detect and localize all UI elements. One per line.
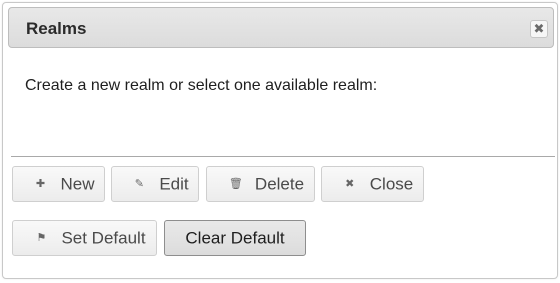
divider [11,156,555,157]
new-button[interactable]: ✚ New [12,166,105,202]
edit-button-label: Edit [159,174,189,194]
new-button-label: New [60,174,95,194]
clear-default-button-label: Clear Default [185,228,285,248]
plus-icon: ✚ [35,177,46,190]
delete-button[interactable]: 🗑 Delete [206,166,315,202]
close-icon: ✖ [345,177,355,190]
close-dialog-icon[interactable]: ✖ [530,20,548,38]
delete-button-label: Delete [254,174,305,194]
edit-button[interactable]: ✎ Edit [111,166,199,202]
set-default-button-label: Set Default [61,228,146,248]
dialog-title: Realms [26,19,87,38]
pencil-icon: ✎ [134,177,144,190]
trash-icon: 🗑 [228,177,243,190]
dialog-titlebar[interactable]: Realms ✖ [8,7,554,48]
dialog-message: Create a new realm or select one availab… [25,77,378,94]
flag-icon: ⚑ [36,231,47,244]
close-button-label: Close [369,174,414,194]
clear-default-button[interactable]: Clear Default [164,220,306,256]
close-button[interactable]: ✖ Close [321,166,424,202]
set-default-button[interactable]: ⚑ Set Default [12,220,157,256]
